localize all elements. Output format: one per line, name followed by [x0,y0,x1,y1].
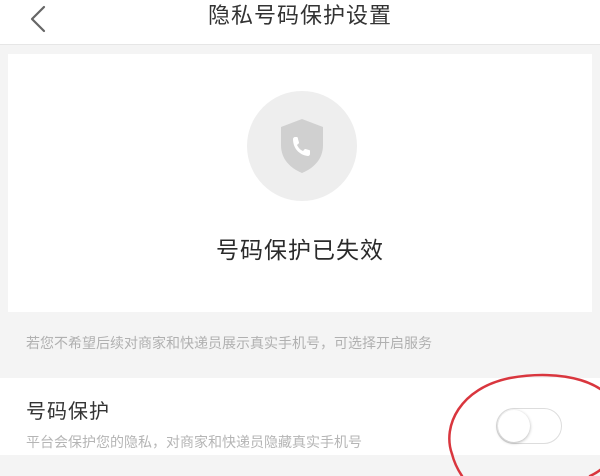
setting-description: 平台会保护您的隐私，对商家和快递员隐藏真实手机号 [26,435,362,451]
shield-icon-circle [247,91,357,201]
shield-phone-icon [281,119,323,173]
number-protection-toggle[interactable] [496,408,562,444]
nav-bar: 隐私号码保护设置 [0,0,600,45]
page-title: 隐私号码保护设置 [207,4,392,29]
toggle-knob [498,410,530,442]
service-hint: 若您不希望后续对商家和快递员展示真实手机号，可选择开启服务 [26,336,432,352]
protection-status-card: 号码保护已失效 [8,54,592,312]
protection-status-text: 号码保护已失效 [216,238,384,264]
setting-title: 号码保护 [26,399,110,423]
number-protection-setting: 号码保护 平台会保护您的隐私，对商家和快递员隐藏真实手机号 [0,378,600,455]
